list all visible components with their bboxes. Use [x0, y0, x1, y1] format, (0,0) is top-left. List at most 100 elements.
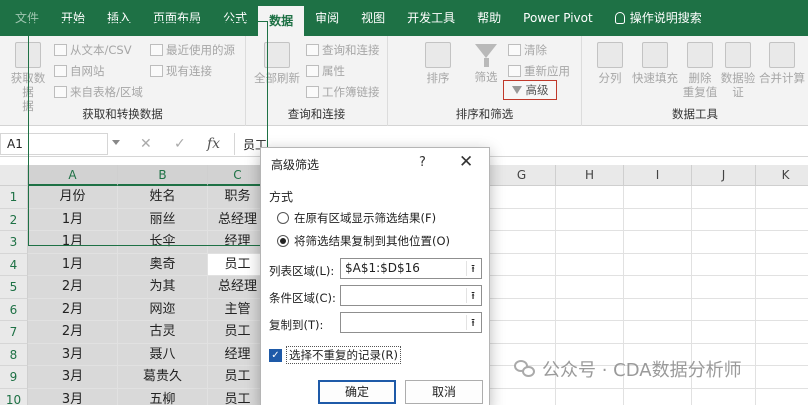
tab-formulas[interactable]: 公式	[212, 0, 258, 36]
tab-view[interactable]: 视图	[350, 0, 396, 36]
cell-c3[interactable]: 经理	[208, 231, 268, 254]
cell-a4[interactable]: 1月	[28, 253, 118, 276]
properties-button[interactable]: 属性	[306, 63, 345, 79]
cell-i1[interactable]	[624, 186, 692, 209]
unique-records-checkbox[interactable]: ✓	[269, 348, 282, 362]
from-table-button[interactable]: 来自表格/区域	[54, 84, 143, 100]
cell-g4[interactable]	[488, 253, 556, 276]
tab-data[interactable]: 数据	[258, 6, 305, 36]
cell-k3[interactable]	[756, 231, 808, 254]
tab-insert[interactable]: 插入	[96, 0, 142, 36]
column-header-i[interactable]: I	[624, 165, 692, 186]
cancel-button[interactable]: 取消	[405, 380, 483, 404]
tab-home[interactable]: 开始	[50, 0, 96, 36]
cell-b10[interactable]: 五柳	[118, 388, 208, 405]
cell-b6[interactable]: 网迩	[118, 298, 208, 321]
cell-b9[interactable]: 葛贵久	[118, 366, 208, 389]
cell-k7[interactable]	[756, 321, 808, 344]
unique-records-checkbox-row[interactable]: ✓ 选择不重复的记录(R)	[269, 346, 401, 364]
column-header-j[interactable]: J	[692, 165, 756, 186]
cell-a8[interactable]: 3月	[28, 343, 118, 366]
row-header-9[interactable]: 9	[0, 366, 28, 389]
list-range-input[interactable]: $A$1:$D$16 ⭱	[340, 258, 482, 279]
recent-sources-button[interactable]: 最近使用的源	[150, 42, 235, 58]
cell-j10[interactable]	[692, 388, 756, 405]
cell-c9[interactable]: 员工	[208, 366, 268, 389]
close-icon[interactable]: ✕	[459, 152, 473, 172]
cell-g6[interactable]	[488, 298, 556, 321]
radio-copy-to[interactable]: 将筛选结果复制到其他位置(O)	[277, 233, 450, 249]
get-data-button[interactable]: 获取数据 据	[6, 42, 50, 113]
cell-b2[interactable]: 丽丝	[118, 208, 208, 231]
row-header-10[interactable]: 10	[0, 388, 28, 405]
cell-b8[interactable]: 聂八	[118, 343, 208, 366]
filter-button[interactable]: 筛选	[466, 42, 506, 84]
column-header-k[interactable]: K	[756, 165, 808, 186]
radio-copy-to-indicator[interactable]	[277, 235, 289, 247]
cell-h5[interactable]	[556, 276, 624, 299]
collapse-dialog-icon[interactable]: ⭱	[466, 288, 479, 303]
consolidate-button[interactable]: 合并计算	[756, 42, 808, 85]
refresh-all-button[interactable]: 全部刷新	[252, 42, 302, 85]
cell-h1[interactable]	[556, 186, 624, 209]
tab-review[interactable]: 审阅	[304, 0, 350, 36]
cell-g1[interactable]	[488, 186, 556, 209]
collapse-dialog-icon[interactable]: ⭱	[466, 315, 479, 330]
cell-a6[interactable]: 2月	[28, 298, 118, 321]
flash-fill-button[interactable]: 快速填充	[630, 42, 680, 85]
cell-k1[interactable]	[756, 186, 808, 209]
cell-c5[interactable]: 总经理	[208, 276, 268, 299]
cell-k10[interactable]	[756, 389, 808, 405]
cell-a3[interactable]: 1月	[28, 231, 118, 254]
cell-g2[interactable]	[488, 208, 556, 231]
text-to-columns-button[interactable]: 分列	[590, 42, 630, 85]
tab-help[interactable]: 帮助	[466, 0, 512, 36]
cell-g3[interactable]	[488, 231, 556, 254]
cell-a9[interactable]: 3月	[28, 366, 118, 389]
queries-connections-button[interactable]: 查询和连接	[306, 42, 380, 58]
column-header-c[interactable]: C	[208, 165, 268, 186]
cell-h4[interactable]	[556, 253, 624, 276]
cell-h3[interactable]	[556, 231, 624, 254]
advanced-filter-button[interactable]: 高级	[503, 80, 557, 100]
cell-g10[interactable]	[488, 388, 556, 405]
sort-button[interactable]: 排序	[416, 42, 460, 85]
reapply-button[interactable]: 重新应用	[508, 63, 570, 79]
column-header-h[interactable]: H	[556, 165, 624, 186]
radio-in-place[interactable]: 在原有区域显示筛选结果(F)	[277, 210, 436, 226]
radio-in-place-indicator[interactable]	[277, 212, 289, 224]
cell-c10[interactable]: 员工	[208, 388, 268, 405]
criteria-range-input[interactable]: ⭱	[340, 285, 482, 306]
cell-a7[interactable]: 2月	[28, 321, 118, 344]
cell-i3[interactable]	[624, 231, 692, 254]
row-header-3[interactable]: 3	[0, 231, 28, 254]
column-header-b[interactable]: B	[118, 165, 208, 186]
cell-j4[interactable]	[692, 253, 756, 276]
cell-g7[interactable]	[488, 321, 556, 344]
cell-j3[interactable]	[692, 231, 756, 254]
name-box[interactable]: A1	[0, 133, 108, 155]
cell-i6[interactable]	[624, 298, 692, 321]
tab-power-pivot[interactable]: Power Pivot	[512, 0, 604, 36]
clear-filter-button[interactable]: 清除	[508, 42, 547, 58]
cell-i5[interactable]	[624, 276, 692, 299]
cancel-icon[interactable]: ✕	[140, 136, 152, 152]
cell-k6[interactable]	[756, 299, 808, 321]
cell-k5[interactable]	[756, 276, 808, 299]
fx-icon[interactable]: fx	[207, 136, 220, 152]
cell-b1[interactable]: 姓名	[118, 186, 208, 209]
from-text-csv-button[interactable]: 从文本/CSV	[54, 42, 132, 58]
cell-k9[interactable]	[756, 366, 808, 389]
tab-file[interactable]: 文件	[4, 0, 50, 36]
cell-j5[interactable]	[692, 276, 756, 299]
enter-icon[interactable]: ✓	[174, 136, 186, 152]
cell-c8[interactable]: 经理	[208, 343, 268, 366]
row-header-1[interactable]: 1	[0, 186, 28, 209]
tab-developer[interactable]: 开发工具	[396, 0, 466, 36]
row-header-4[interactable]: 4	[0, 253, 28, 276]
row-header-6[interactable]: 6	[0, 298, 28, 321]
existing-connections-button[interactable]: 现有连接	[150, 63, 212, 79]
cell-b7[interactable]: 古灵	[118, 321, 208, 344]
cell-h7[interactable]	[556, 321, 624, 344]
cell-k4[interactable]	[756, 254, 808, 276]
